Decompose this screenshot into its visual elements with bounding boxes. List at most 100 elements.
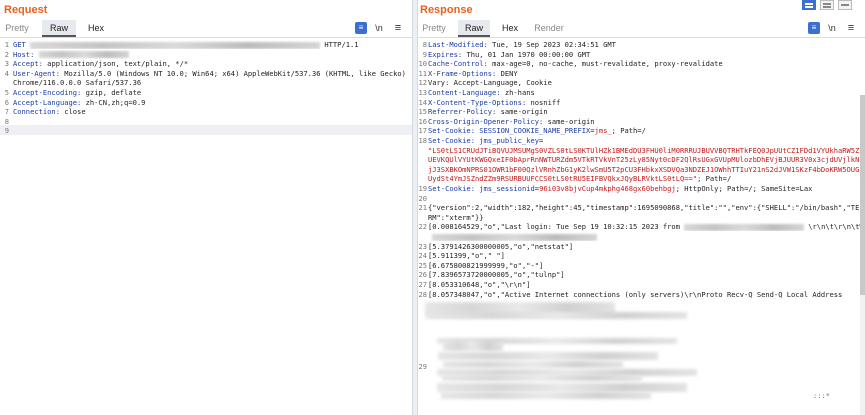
code-line: GET HTTP/1.1 [13,40,410,49]
request-tab-raw[interactable]: Raw [42,20,76,37]
header-value: application/json, text/plain, */* [47,59,189,69]
redacted-block [427,311,688,319]
line-number: 9 [4,126,9,136]
line-number: 4 [4,68,9,78]
newline-toggle[interactable]: \n [373,22,385,34]
line-number: 17 [418,126,427,136]
body-text: [5.911399,"o"," "] [428,251,505,261]
menu-icon[interactable]: ≡ [392,22,404,34]
body-text: [5.3791426300000005,"o","netstat"] [428,241,574,251]
line-number: 27 [418,280,427,289]
header-value: max-age=0, no-cache, must-revalidate, pr… [492,59,723,69]
header-name: Cross-Origin-Opener-Policy: [428,116,548,126]
header-name: X-Frame-Options: [428,68,501,78]
redacted-block [438,352,658,361]
body-text: RM":"xterm"}} [428,212,484,222]
code-line: Accept-Encoding: gzip, deflate [13,88,410,97]
response-tab-render[interactable]: Render [530,20,568,37]
code-line: "LS0tLS1CRUdJTiBQVUJMSUMgS0VZLS0tLS0KTUl… [428,146,863,155]
cookie-value: UEVKQUlVYUtKWGQxeIF0bAprRnNWTURZdm5VTkRT… [428,155,860,165]
code-line: [6.675800821999999,"o","-"] [428,261,863,270]
line-number: 3 [4,59,9,69]
redacted-value [432,233,597,241]
header-name: User-Agent: [13,68,65,78]
line-number: 9 [422,49,427,59]
code-line: [5.911399,"o"," "] [428,251,863,260]
header-name: Accept-Encoding: [13,88,86,97]
code-line: Last-Modified: Tue, 19 Sep 2023 02:34:51… [428,40,863,49]
line-number: 10 [418,59,427,69]
header-value: close [64,107,86,117]
code-line: [8.057348047,"o","Active Internet connec… [428,290,863,299]
line-number: 22 [418,222,427,232]
cookie-value: jJ3SXBKOmNPRS01OWR1bF00QzlVRnhZbG1yK2lwS… [428,164,860,174]
header-name: Accept-Language: [13,97,86,107]
redacted-value [38,51,129,59]
code-line: Set-Cookie: SESSION_COOKIE_NAME_PREFIX=j… [428,126,863,135]
header-value: DENY [500,68,518,78]
line-number: 26 [418,270,427,280]
line-number: 11 [418,68,427,78]
cookie-attrs: ; Path=/ [697,174,732,184]
code-line: Referrer-Policy: same-origin [428,107,863,116]
body-text: [7.8396573720000005,"o","tulnp"] [428,270,565,280]
wrap-icon[interactable]: ≡ [355,22,367,34]
response-tab-pretty[interactable]: Pretty [418,20,450,37]
redacted-block [442,360,623,368]
code-line: Content-Language: zh-hans [428,88,863,97]
header-value: zh-CN,zh;q=0.9 [85,97,146,107]
cookie-value: jms_ [594,126,612,136]
response-scrollbar[interactable] [860,95,865,415]
body-text: [6.675800821999999,"o","-"] [428,260,544,270]
request-tab-hex[interactable]: Hex [82,20,110,37]
code-line: RM":"xterm"}} [428,213,863,222]
code-line: Connection: close [13,107,410,116]
code-line: Set-Cookie: jms_public_key= [428,136,863,145]
header-name: Host: [13,49,39,59]
scrollbar-thumb[interactable] [860,95,865,295]
line-number: 7 [4,107,9,117]
response-tab-raw[interactable]: Raw [458,20,490,37]
line-number: 15 [418,107,427,117]
request-pane: Request Pretty Raw Hex ≡ \n ≡ 1 GET HTTP/… [0,0,412,415]
layout-stack-icon[interactable] [820,0,834,10]
header-name: Content-Language: [428,88,505,97]
request-tab-pretty[interactable]: Pretty [2,20,32,37]
cookie-name: jms_public_key [479,136,540,145]
line-number: 1 [4,40,9,49]
redacted-block [441,391,651,399]
header-value: Vary: Accept-Language, Cookie [428,78,552,88]
header-name: Accept: [13,59,48,69]
response-title: Response [420,4,473,16]
line-number: 21 [418,203,427,213]
header-value: same-origin [500,107,548,117]
line-number: 16 [418,116,427,126]
header-value: Tue, 19 Sep 2023 02:34:51 GMT [492,40,616,49]
redacted-block [442,374,643,381]
code-line: jJ3SXBKOmNPRS01OWR1bF00QzlVRnhZbG1yK2lwS… [428,165,863,174]
header-value: same-origin [547,116,595,126]
code-line: Accept: application/json, text/plain, */… [13,59,410,68]
code-line: UEVKQUlVYUtKWGQxeIF0bAprRnNWTURZdm5VTkRT… [428,155,863,164]
response-tab-hex[interactable]: Hex [496,20,524,37]
code-line: Expires: Thu, 01 Jan 1970 00:00:00 GMT [428,50,863,59]
cookie-eq: = [539,136,544,145]
header-value: HTTP/1.1 [320,40,359,49]
wrap-icon[interactable]: ≡ [808,22,820,34]
menu-icon[interactable]: ≡ [845,22,857,34]
header-name: Set-Cookie: [428,126,480,136]
body-text: [8.053310648,"o","\r\n"] [428,280,531,289]
layout-split-icon[interactable] [802,0,816,10]
header-name: Connection: [13,107,65,117]
code-line: {"version":2,"width":182,"height":45,"ti… [428,203,863,212]
code-line: [8.053310648,"o","\r\n"] [428,280,863,289]
layout-single-icon[interactable] [838,0,852,10]
header-name: GET [13,40,31,49]
line-number: 14 [418,97,427,107]
code-line: Cache-Control: max-age=0, no-cache, must… [428,59,863,68]
line-number: 2 [4,49,9,59]
newline-toggle[interactable]: \n [826,22,838,34]
line-number: 6 [4,97,9,107]
code-line: Host: [13,50,410,59]
code-line: [5.3791426300000005,"o","netstat"] [428,242,863,251]
